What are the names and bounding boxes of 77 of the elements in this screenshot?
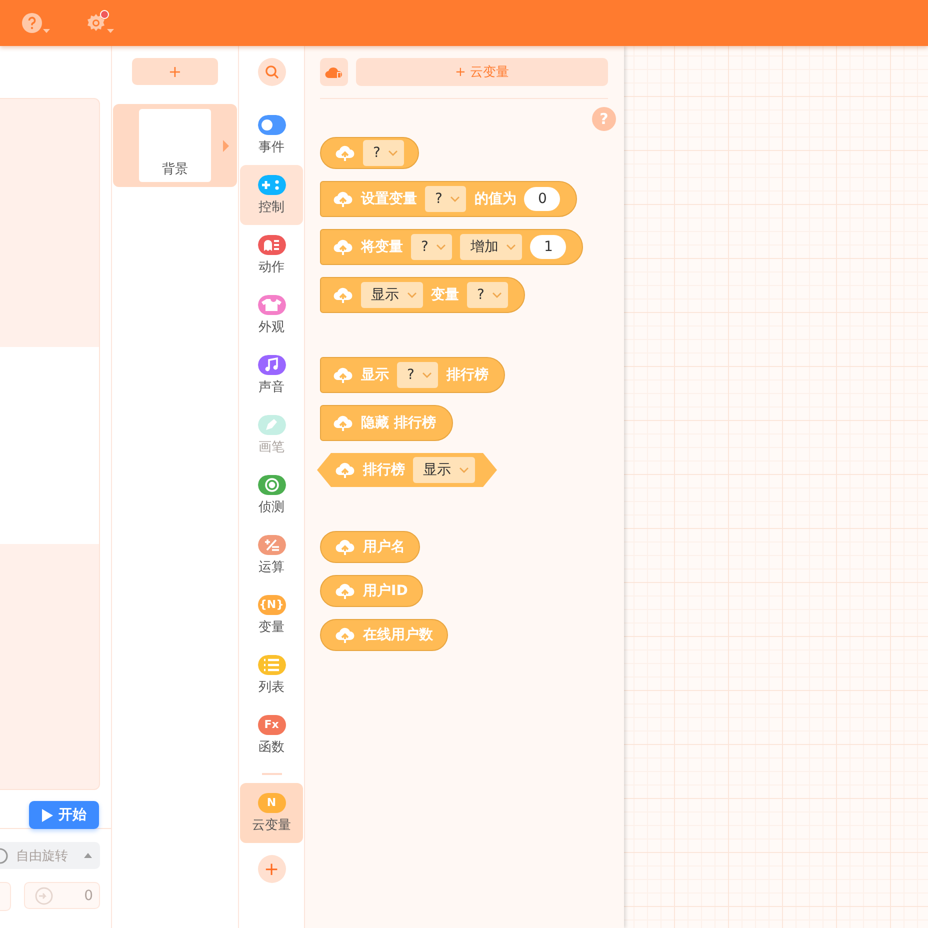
block-label: 隐藏 排行榜	[361, 414, 436, 432]
block-label: 将变量	[361, 238, 403, 256]
chevron-icon	[436, 244, 446, 250]
category-tab[interactable]: 外观	[240, 285, 303, 345]
category-tab[interactable]: 声音	[240, 345, 303, 405]
search-button[interactable]	[258, 58, 286, 86]
code-block[interactable]: ?	[320, 137, 420, 169]
direction-icon	[35, 886, 53, 904]
category-tab[interactable]: {N} 变量	[240, 585, 303, 645]
chevron-icon	[450, 196, 460, 202]
sprite-name: 背景	[162, 161, 188, 179]
category-tab[interactable]: 事件	[240, 105, 303, 165]
chevron-icon	[459, 467, 469, 473]
cloud-upload-icon	[335, 538, 355, 556]
category-tab[interactable]: 侦测	[240, 465, 303, 525]
search-icon	[264, 65, 278, 79]
cloud-upload-icon	[333, 286, 353, 304]
code-block[interactable]: 将变量 ? 增加 1	[320, 229, 584, 265]
block-dropdown[interactable]: ?	[425, 186, 466, 212]
help-icon	[22, 13, 42, 33]
cloud-upload-icon	[335, 626, 355, 644]
cloud-icon	[325, 65, 343, 79]
rotate-icon	[0, 846, 10, 864]
block-label: 显示	[361, 366, 389, 384]
chevron-icon	[492, 292, 502, 298]
block-dropdown[interactable]: 显示	[361, 282, 423, 308]
category-tab[interactable]: 列表	[240, 645, 303, 705]
block-dropdown[interactable]: ?	[363, 140, 404, 166]
chevron-icon	[506, 244, 516, 250]
block-label: 的值为	[474, 190, 516, 208]
category-tab[interactable]: 控制	[240, 165, 303, 225]
category-tab[interactable]: Fx 函数	[240, 705, 303, 765]
code-block[interactable]: 排行榜 显示	[317, 453, 497, 487]
cloud-upload-icon	[335, 582, 355, 600]
caret-icon	[43, 29, 50, 33]
cloud-upload-icon	[333, 414, 353, 432]
cloud-upload-icon	[335, 461, 355, 479]
cloud-upload-icon	[333, 190, 353, 208]
chevron-icon	[388, 150, 398, 156]
settings-menu[interactable]	[86, 13, 114, 33]
cloud-button[interactable]	[320, 58, 348, 86]
help-menu[interactable]	[22, 13, 50, 33]
category-icon: {N}	[258, 594, 286, 614]
code-block[interactable]: 显示 ? 排行榜	[320, 357, 506, 393]
block-input[interactable]: 0	[524, 187, 560, 211]
block-label: 用户名	[363, 538, 405, 556]
cloud-upload-icon	[335, 144, 355, 162]
cloud-icon: N	[258, 792, 286, 812]
play-icon	[42, 808, 52, 822]
block-dropdown[interactable]: ?	[397, 362, 438, 388]
chevron-icon	[422, 372, 432, 378]
caret-icon	[107, 29, 114, 33]
gear-icon	[86, 13, 106, 33]
sprite-card[interactable]: 背景	[113, 104, 237, 187]
caret-icon	[223, 140, 229, 152]
block-label: 排行榜	[446, 366, 488, 384]
block-label: 设置变量	[361, 190, 417, 208]
category-tab[interactable]: 动作	[240, 225, 303, 285]
chevron-icon	[407, 292, 417, 298]
block-dropdown[interactable]: ?	[467, 282, 508, 308]
block-input[interactable]: 1	[530, 235, 566, 259]
code-block[interactable]: 显示 变量 ?	[320, 277, 526, 313]
block-dropdown[interactable]: ?	[411, 234, 452, 260]
block-label: 用户ID	[363, 582, 408, 600]
category-tab[interactable]: N 云变量	[240, 783, 303, 843]
input-field[interactable]	[0, 882, 11, 911]
block-label: 在线用户数	[363, 626, 433, 644]
block-dropdown[interactable]: 增加	[460, 234, 522, 260]
caret-icon	[84, 853, 92, 858]
block-dropdown[interactable]: 显示	[413, 457, 475, 483]
block-label: 变量	[431, 286, 459, 304]
category-tab[interactable]: 运算	[240, 525, 303, 585]
cloud-upload-icon	[333, 366, 353, 384]
cloud-upload-icon	[333, 238, 353, 256]
block-label: 排行榜	[363, 461, 405, 479]
category-icon: Fx	[258, 714, 286, 734]
code-block[interactable]: 设置变量 ? 的值为 0	[320, 181, 578, 217]
